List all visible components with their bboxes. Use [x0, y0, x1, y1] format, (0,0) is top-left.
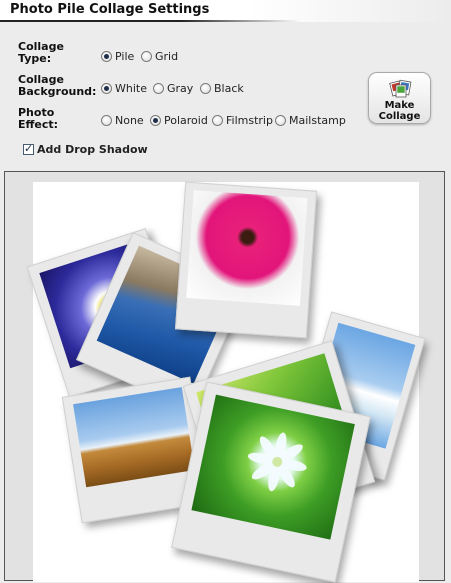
- grid-option-label: Grid: [155, 50, 179, 63]
- effect-none-radio[interactable]: None: [101, 114, 144, 127]
- radio-selected-icon[interactable]: [150, 115, 161, 126]
- radio-unselected-icon[interactable]: [200, 83, 211, 94]
- collage-type-grid-radio[interactable]: Grid: [141, 50, 178, 63]
- effect-filmstrip-radio[interactable]: Filmstrip: [212, 114, 273, 127]
- gray-option-label: Gray: [167, 82, 194, 95]
- collage-label: Collage: [378, 111, 421, 122]
- black-option-label: Black: [214, 82, 244, 95]
- collage-background-label: Collage Background:: [18, 74, 96, 98]
- mailstamp-option-label: Mailstamp: [289, 114, 346, 127]
- collage-type-label-line2: Type:: [18, 52, 52, 65]
- collage-type-label: Collage Type:: [18, 41, 64, 65]
- polaroid-option-label: Polaroid: [164, 114, 208, 127]
- filmstrip-option-label: Filmstrip: [226, 114, 273, 127]
- collage-preview-frame: [4, 171, 445, 583]
- collage-type-pile-radio[interactable]: Pile: [101, 50, 134, 63]
- pile-option-label: Pile: [115, 50, 135, 63]
- photo-image: [191, 394, 355, 540]
- checkbox-checked-icon[interactable]: [23, 142, 34, 155]
- make-label: Make: [384, 100, 415, 111]
- title-underline: [0, 20, 300, 22]
- effect-mailstamp-radio[interactable]: Mailstamp: [275, 114, 346, 127]
- drop-shadow-label: Add Drop Shadow: [37, 143, 148, 156]
- radio-unselected-icon[interactable]: [275, 115, 286, 126]
- background-black-radio[interactable]: Black: [200, 82, 244, 95]
- photos-icon: [389, 79, 412, 98]
- photo-effect-label-line2: Effect:: [18, 118, 59, 131]
- radio-unselected-icon[interactable]: [101, 115, 112, 126]
- photo-pink-gerbera: [174, 181, 318, 339]
- photo-image: [186, 190, 308, 306]
- radio-unselected-icon[interactable]: [212, 115, 223, 126]
- drop-shadow-checkbox[interactable]: Add Drop Shadow: [23, 142, 148, 156]
- white-option-label: White: [115, 82, 147, 95]
- title-bar: Photo Pile Collage Settings: [0, 0, 451, 22]
- make-collage-label: Make Collage: [369, 100, 430, 122]
- white-flower-icon: [247, 432, 307, 492]
- photo-effect-label: Photo Effect:: [18, 107, 58, 131]
- none-option-label: None: [115, 114, 144, 127]
- collage-preview-canvas: [26, 181, 426, 583]
- effect-polaroid-radio[interactable]: Polaroid: [150, 114, 208, 127]
- photo-image: [73, 387, 195, 488]
- make-collage-button[interactable]: Make Collage: [368, 72, 431, 124]
- radio-unselected-icon[interactable]: [153, 83, 164, 94]
- background-gray-radio[interactable]: Gray: [153, 82, 193, 95]
- background-white-radio[interactable]: White: [101, 82, 147, 95]
- page-title: Photo Pile Collage Settings: [10, 2, 210, 17]
- radio-selected-icon[interactable]: [101, 51, 112, 62]
- radio-unselected-icon[interactable]: [141, 51, 152, 62]
- photo-white-flower: [171, 381, 371, 583]
- collage-background-label-line2: Background:: [18, 85, 97, 98]
- radio-selected-icon[interactable]: [101, 83, 112, 94]
